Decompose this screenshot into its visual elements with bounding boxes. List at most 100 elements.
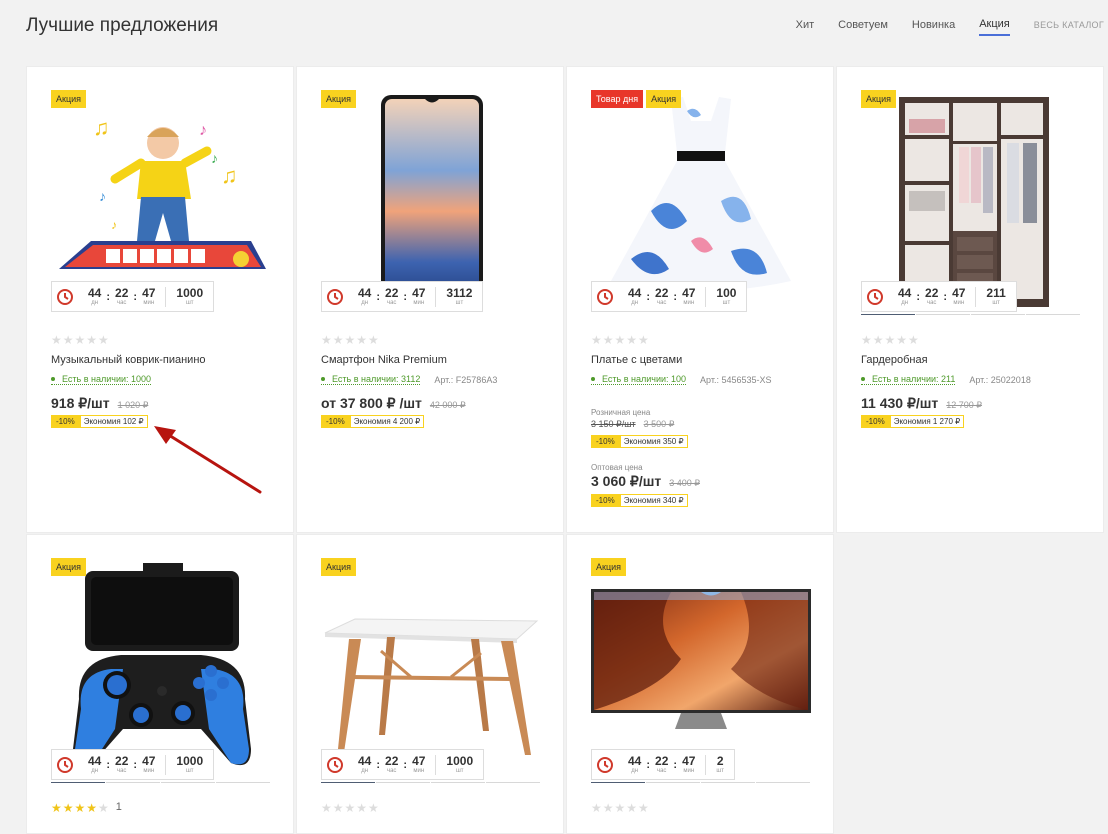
timer-divider bbox=[975, 286, 977, 307]
timer-quantity: 3112 bbox=[446, 285, 473, 300]
badge-group: Акция bbox=[321, 90, 359, 108]
product-name[interactable]: Музыкальный коврик-пианино bbox=[51, 354, 206, 366]
timer-minutes-label: мин bbox=[953, 299, 965, 306]
slider-dot[interactable] bbox=[971, 314, 1025, 315]
stock-dot-icon bbox=[321, 377, 325, 381]
rating-stars: ★★★★ ★ 1 bbox=[51, 801, 123, 815]
timer-colon: : bbox=[673, 758, 678, 771]
product-name[interactable]: Платье с цветами bbox=[591, 354, 682, 366]
price-block: от 37 800 ₽ /шт 42 000 ₽ bbox=[321, 395, 466, 412]
product-image-smartphone[interactable] bbox=[321, 91, 541, 311]
price-block: 3 060 ₽/шт 3 400 ₽ bbox=[591, 473, 700, 490]
timer-hours: 22 bbox=[385, 753, 399, 768]
slider-dot[interactable] bbox=[216, 782, 270, 783]
timer-hours: 22 bbox=[655, 285, 669, 300]
clock-icon bbox=[57, 756, 73, 773]
tab-sale[interactable]: Акция bbox=[979, 18, 1010, 36]
discount-block: -10% Экономия 4 200 ₽ bbox=[321, 415, 425, 428]
timer-colon: : bbox=[646, 290, 651, 303]
all-catalog-link[interactable]: ВЕСЬ КАТАЛОГ bbox=[1034, 20, 1104, 34]
slider-dot[interactable] bbox=[486, 782, 540, 783]
timer-minutes: 47 bbox=[682, 753, 696, 768]
timer-colon: : bbox=[133, 290, 138, 303]
tab-new[interactable]: Новинка bbox=[912, 19, 955, 35]
filter-tabs: Хит Советуем Новинка Акция ВЕСЬ КАТАЛОГ bbox=[796, 18, 1108, 36]
sale-badge: Акция bbox=[646, 90, 682, 108]
product-image-wardrobe[interactable] bbox=[861, 91, 1081, 311]
product-card[interactable]: Товар дня Акция 44 дн : 22 час : 47 мин 100… bbox=[566, 66, 834, 533]
stock-status: Есть в наличии: 3112 bbox=[321, 374, 421, 385]
tab-hit[interactable]: Хит bbox=[796, 19, 815, 35]
slider-dot[interactable] bbox=[106, 782, 160, 783]
badge-group: Акция bbox=[51, 90, 89, 108]
product-image-table[interactable] bbox=[321, 559, 541, 779]
stock-status: Есть в наличии: 100 bbox=[591, 374, 687, 385]
product-card[interactable]: Акция 44 дн : 22 час : 47 мин 1000 шт ★★★★★ bbox=[296, 534, 564, 834]
slider-dot[interactable] bbox=[756, 782, 810, 783]
timer-minutes-label: мин bbox=[683, 767, 695, 774]
timer-hours: 22 bbox=[115, 285, 129, 300]
timer-quantity: 211 bbox=[986, 285, 1006, 300]
product-image-dress[interactable] bbox=[591, 91, 811, 311]
product-card[interactable]: Акция 44 дн : 22 час : 47 мин 1000 шт ★★★★ ★ 1 bbox=[26, 534, 294, 834]
image-slider-indicator bbox=[591, 782, 811, 783]
retail-price-block: 3 150 ₽/шт 3 500 ₽ bbox=[591, 419, 674, 430]
clock-icon bbox=[597, 756, 613, 773]
product-card[interactable]: Акция 44 дн : 22 час : 47 мин 2 шт ★★★★★ bbox=[566, 534, 834, 834]
product-name[interactable]: Гардеробная bbox=[861, 354, 928, 366]
sale-badge: Акция bbox=[321, 558, 356, 576]
product-name[interactable]: Смартфон Nika Premium bbox=[321, 354, 447, 366]
product-image-gamepad[interactable] bbox=[51, 559, 271, 779]
timer-minutes-label: мин bbox=[683, 299, 695, 306]
saving-amount: Экономия 340 ₽ bbox=[619, 494, 688, 507]
discount-block: -10% Экономия 102 ₽ bbox=[51, 415, 148, 428]
badge-group: Акция bbox=[321, 558, 359, 576]
stock-dot-icon bbox=[591, 377, 595, 381]
slider-dot[interactable] bbox=[51, 782, 105, 783]
product-card[interactable]: Акция 44 дн : 22 час : 47 мин 3112 шт ★★★★★ … bbox=[296, 66, 564, 533]
slider-dot[interactable] bbox=[321, 782, 375, 783]
slider-dot[interactable] bbox=[161, 782, 215, 783]
timer-days: 44 bbox=[898, 285, 912, 300]
timer-days: 44 bbox=[358, 753, 372, 768]
countdown-timer: 44 дн : 22 час : 47 мин 100 шт bbox=[591, 281, 748, 312]
product-image-music-mat[interactable]: ♫ ♪ ♫ ♪ ♪ ♪ bbox=[51, 91, 271, 311]
discount-percent: -10% bbox=[321, 415, 350, 428]
timer-quantity-label: шт bbox=[185, 767, 194, 774]
timer-colon: : bbox=[106, 758, 111, 771]
timer-quantity: 1000 bbox=[176, 285, 204, 300]
discount-percent: -10% bbox=[591, 494, 620, 507]
badge-group: Товар дня Акция bbox=[591, 90, 684, 108]
timer-divider bbox=[705, 286, 707, 307]
countdown-timer: 44 дн : 22 час : 47 мин 3112 шт bbox=[321, 281, 484, 312]
slider-dot[interactable] bbox=[916, 314, 970, 315]
timer-quantity-label: шт bbox=[722, 299, 731, 306]
timer-quantity: 1000 bbox=[176, 753, 204, 768]
sale-badge: Акция bbox=[51, 558, 86, 576]
timer-days: 44 bbox=[88, 753, 102, 768]
saving-amount: Экономия 350 ₽ bbox=[619, 435, 688, 448]
discount-block: -10% Экономия 1 270 ₽ bbox=[861, 415, 965, 428]
timer-minutes: 47 bbox=[952, 285, 966, 300]
tab-recommend[interactable]: Советуем bbox=[838, 19, 888, 35]
review-count[interactable]: 1 bbox=[116, 801, 123, 815]
product-image-tv[interactable] bbox=[591, 559, 811, 779]
product-card[interactable]: Акция 44 дн : 22 час : 47 мин 211 шт ★★★★★ Г… bbox=[836, 66, 1104, 533]
slider-dot[interactable] bbox=[1026, 314, 1080, 315]
timer-minutes-label: мин bbox=[143, 299, 155, 306]
slider-dot[interactable] bbox=[376, 782, 430, 783]
stock-status: Есть в наличии: 211 bbox=[861, 374, 956, 385]
clock-icon bbox=[327, 756, 343, 773]
slider-dot[interactable] bbox=[591, 782, 645, 783]
slider-dot[interactable] bbox=[431, 782, 485, 783]
slider-dot[interactable] bbox=[701, 782, 755, 783]
price: 11 430 ₽/шт bbox=[861, 395, 939, 411]
timer-hours-label: час bbox=[386, 767, 397, 774]
image-slider-indicator bbox=[321, 782, 541, 783]
deal-of-day-badge: Товар дня bbox=[591, 90, 644, 108]
rating-stars: ★★★★★ bbox=[861, 333, 920, 347]
countdown-timer: 44 дн : 22 час : 47 мин 1000 шт bbox=[51, 749, 215, 780]
slider-dot[interactable] bbox=[646, 782, 700, 783]
timer-days-label: дн bbox=[91, 299, 99, 306]
slider-dot[interactable] bbox=[861, 314, 915, 315]
